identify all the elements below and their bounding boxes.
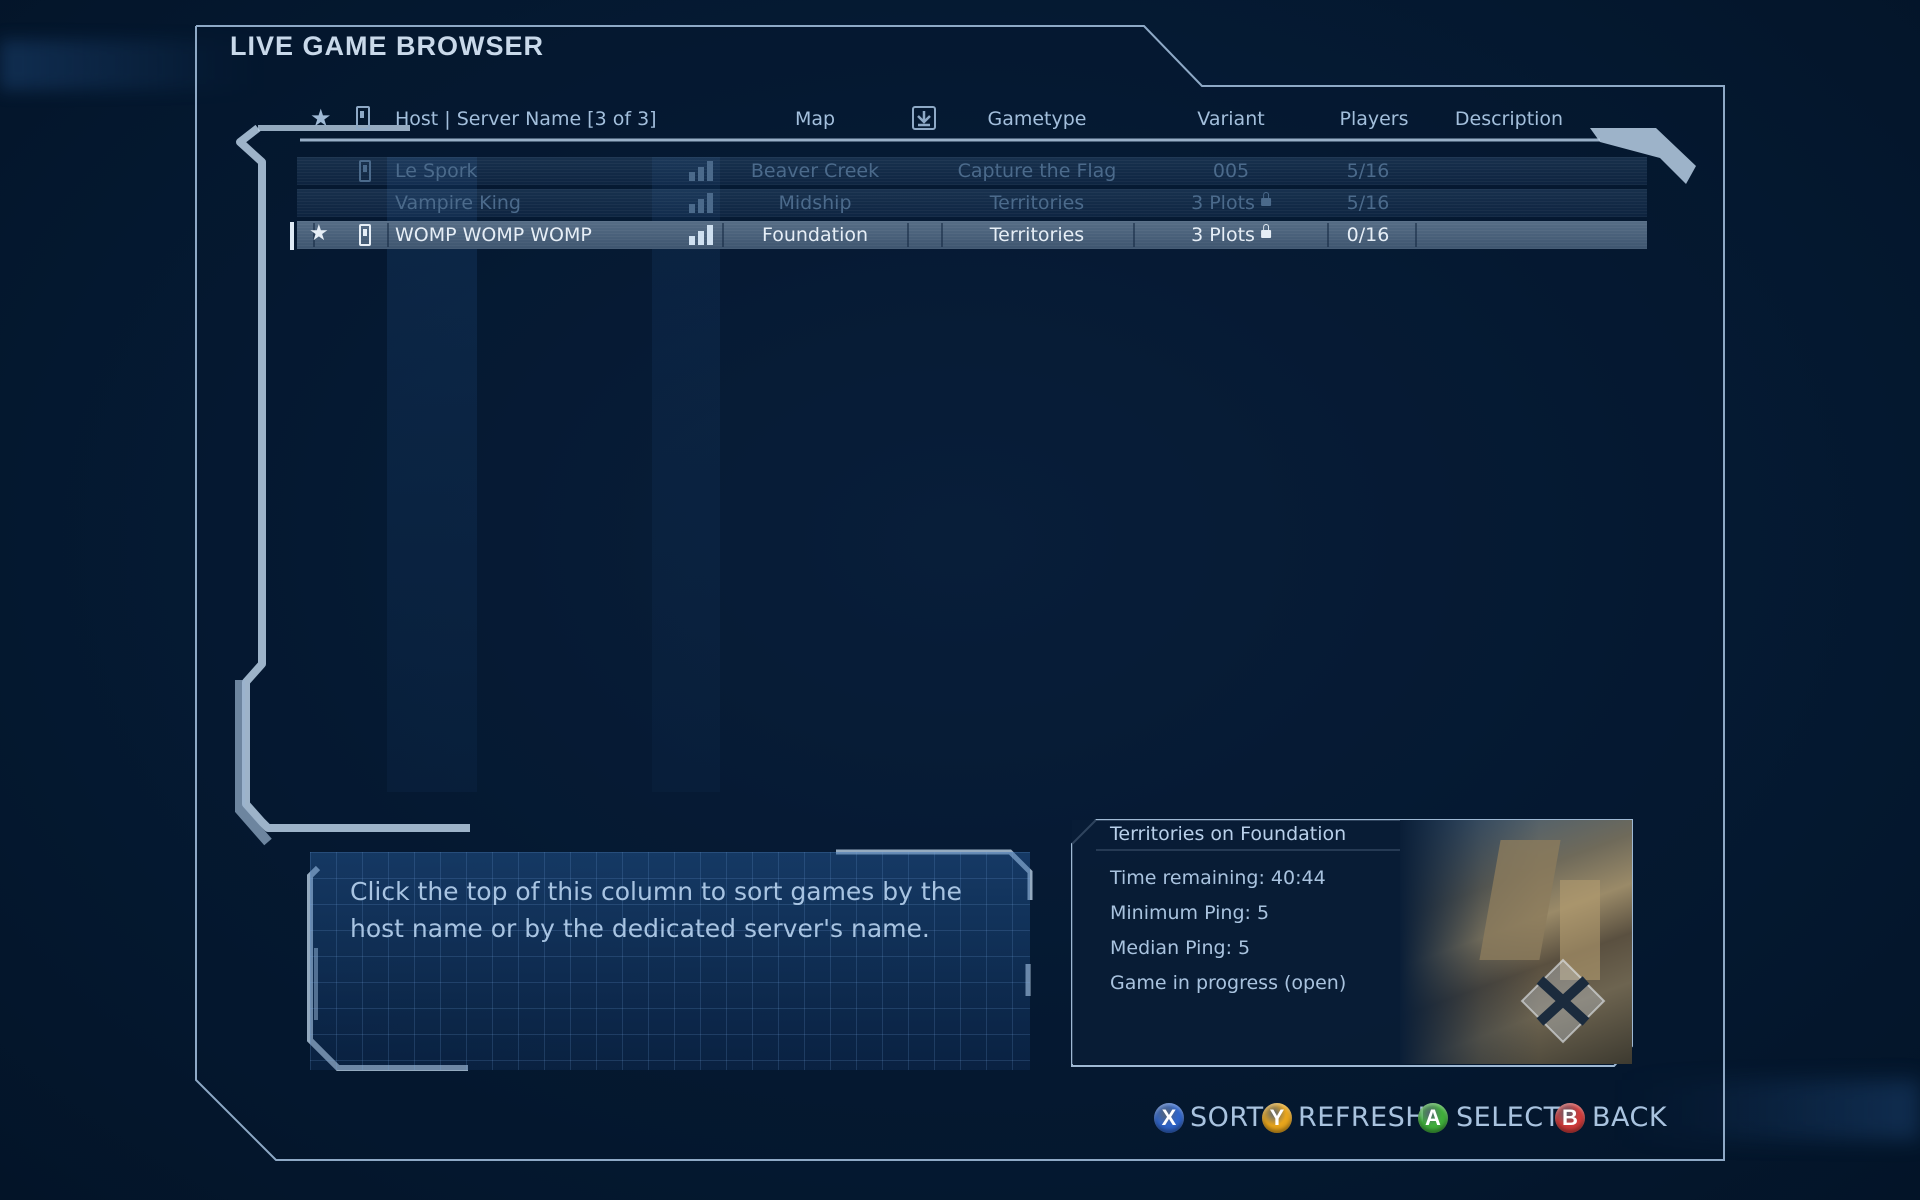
y-button-icon[interactable]: Y	[1262, 1103, 1292, 1133]
download-column-header[interactable]	[912, 106, 936, 130]
star-icon: ★	[310, 104, 332, 132]
select-button-label[interactable]: SELECT	[1456, 1102, 1561, 1133]
phone-icon	[359, 224, 371, 246]
sort-button-label[interactable]: SORT	[1190, 1102, 1264, 1133]
game-status: Game in progress (open)	[1110, 972, 1347, 994]
x-button-icon[interactable]: X	[1154, 1103, 1184, 1133]
variant: 005	[1212, 160, 1250, 182]
sorted-column-highlight	[652, 157, 720, 792]
map-column-header[interactable]: Map	[795, 108, 835, 132]
map-name: Midship	[778, 192, 852, 214]
lock-icon	[1260, 192, 1271, 206]
help-text: Click the top of this column to sort gam…	[350, 877, 962, 943]
players-column-header[interactable]: Players	[1339, 108, 1408, 132]
selection-cursor	[290, 222, 294, 250]
refresh-button-label[interactable]: REFRESH	[1298, 1102, 1426, 1133]
variant-cell: 3 Plots	[1191, 224, 1271, 246]
host-name: Le Spork	[395, 160, 478, 182]
info-title: Territories on Foundation	[1110, 823, 1347, 845]
lock-icon	[1260, 224, 1271, 238]
host-server-column-header[interactable]: Host | Server Name [3 of 3]	[395, 108, 657, 132]
gametype-emblem-icon	[1520, 958, 1606, 1044]
players: 5/16	[1346, 160, 1390, 182]
variant: 3 Plots	[1191, 224, 1255, 246]
gametype: Capture the Flag	[957, 160, 1117, 182]
phone-icon	[356, 106, 370, 130]
host-name: WOMP WOMP WOMP	[395, 224, 592, 246]
back-button-label[interactable]: BACK	[1592, 1102, 1667, 1133]
time-remaining: Time remaining: 40:44	[1110, 867, 1326, 889]
download-icon	[912, 106, 936, 130]
signal-bars-icon	[689, 161, 717, 181]
variant-cell: 3 Plots	[1191, 192, 1271, 214]
table-row[interactable]: Le Spork Beaver Creek Capture the Flag 0…	[297, 157, 1647, 185]
host-name: Vampire King	[395, 192, 521, 214]
players: 5/16	[1346, 192, 1390, 214]
variant: 3 Plots	[1191, 192, 1255, 214]
device-column-header[interactable]	[356, 106, 370, 130]
b-button-icon[interactable]: B	[1555, 1103, 1585, 1133]
page-title: LIVE GAME BROWSER	[230, 31, 545, 61]
players: 0/16	[1346, 224, 1390, 246]
gametype: Territories	[989, 224, 1085, 246]
table-row[interactable]: Vampire King Midship Territories 3 Plots…	[297, 189, 1647, 217]
gametype: Territories	[989, 192, 1085, 214]
signal-bars-icon	[689, 225, 717, 245]
favorite-column-header[interactable]: ★	[310, 104, 332, 132]
map-name: Foundation	[761, 224, 869, 246]
game-list: Le Spork Beaver Creek Capture the Flag 0…	[297, 157, 1647, 797]
variant-column-header[interactable]: Variant	[1197, 108, 1264, 132]
signal-bars-icon	[689, 193, 717, 213]
map-name: Beaver Creek	[750, 160, 880, 182]
a-button-icon[interactable]: A	[1418, 1103, 1448, 1133]
gametype-column-header[interactable]: Gametype	[987, 108, 1086, 132]
phone-icon	[359, 160, 371, 182]
median-ping: Median Ping: 5	[1110, 937, 1251, 959]
star-icon: ★	[309, 221, 329, 246]
description-column-header[interactable]: Description	[1455, 108, 1563, 132]
table-row-selected[interactable]: ★ WOMP WOMP WOMP Foundation Territories …	[297, 221, 1647, 249]
sorted-column-highlight	[387, 157, 477, 792]
minimum-ping: Minimum Ping: 5	[1110, 902, 1270, 924]
